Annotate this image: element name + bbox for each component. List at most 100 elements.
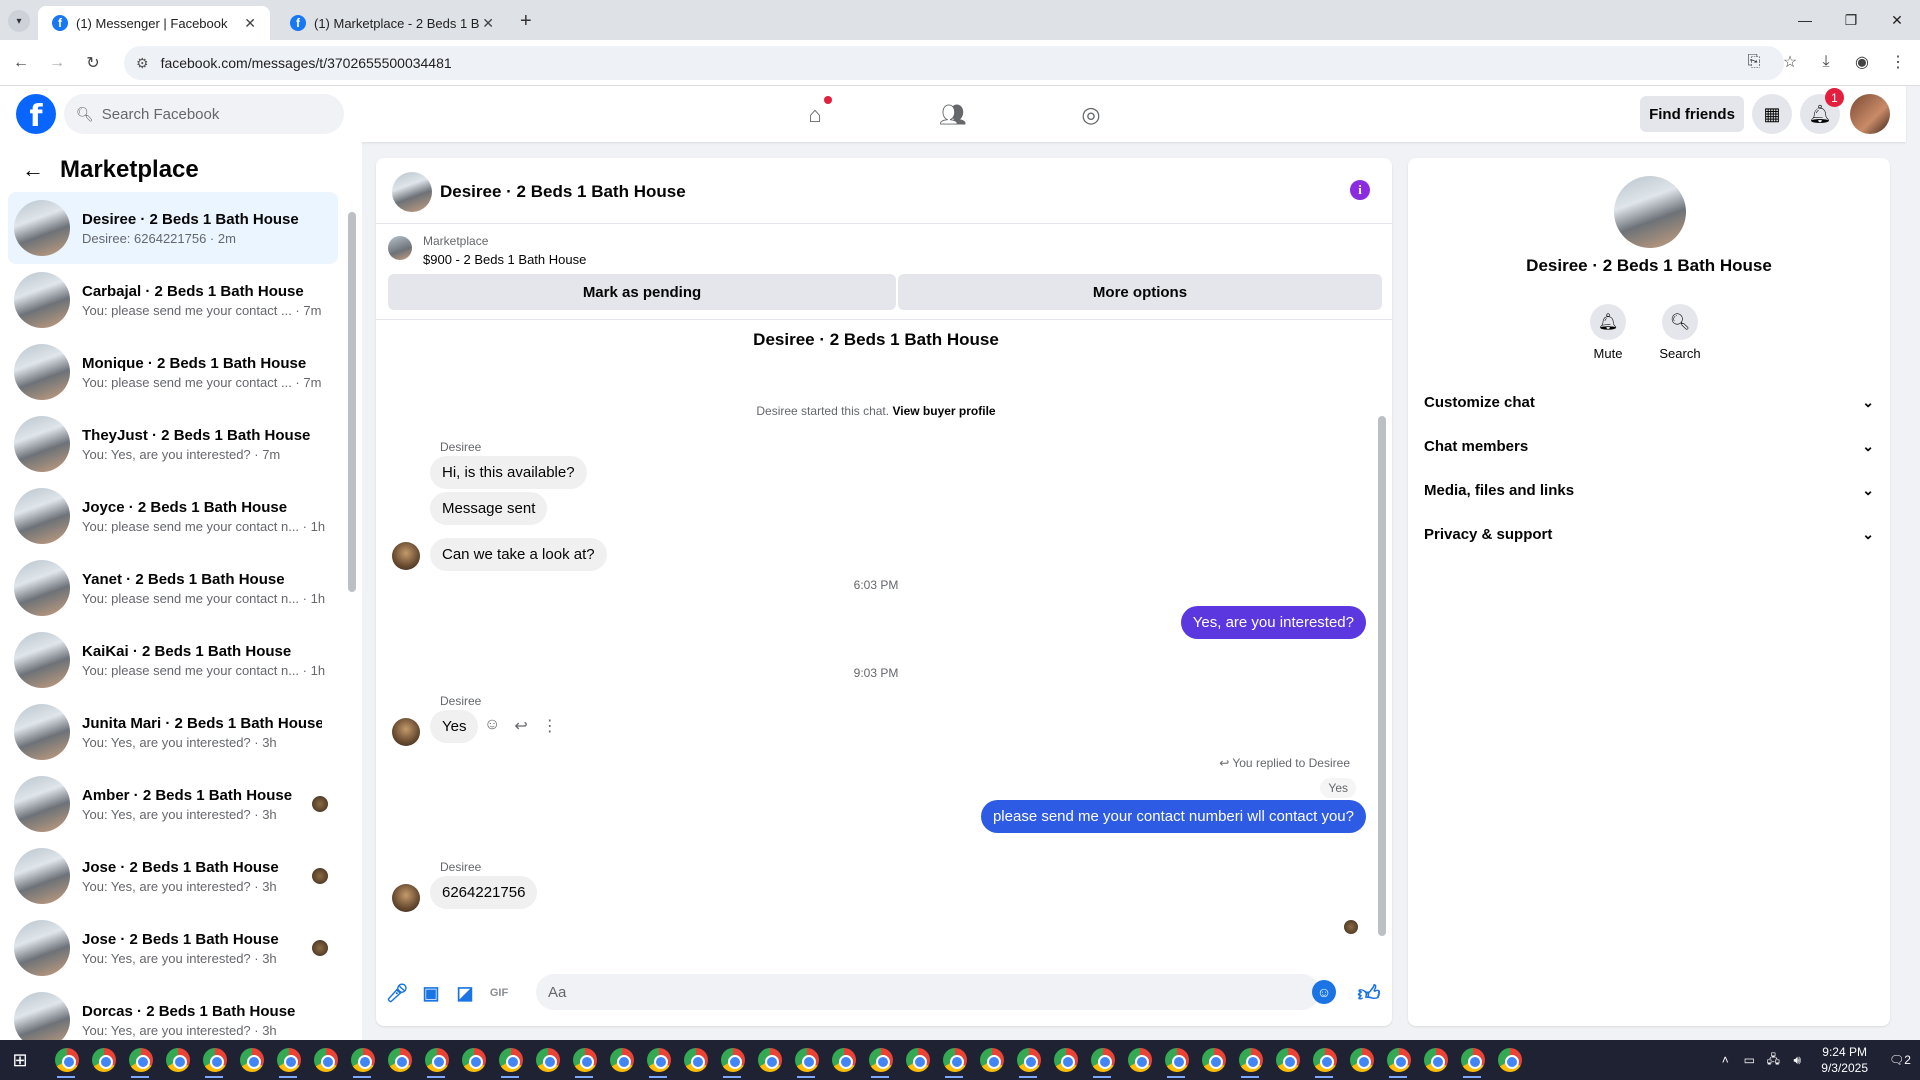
section-privacy-support[interactable]: Privacy & support ⌄ <box>1424 512 1874 556</box>
taskbar-app-icon[interactable] <box>159 1040 196 1080</box>
taskbar-app-icon[interactable] <box>1084 1040 1121 1080</box>
network-icon[interactable]: 🖧︎ <box>1761 1050 1785 1071</box>
reload-button[interactable]: ↻ <box>80 50 106 76</box>
chevron-up-icon[interactable]: ˄ <box>1713 1053 1737 1067</box>
conversation-item[interactable]: Desiree · 2 Beds 1 Bath House Desiree: 62… <box>8 192 338 264</box>
info-icon[interactable]: i <box>1350 180 1370 200</box>
notifications-button[interactable]: 🔔︎ 1 <box>1800 88 1844 134</box>
forward-button[interactable]: → <box>44 50 70 76</box>
back-arrow-icon[interactable]: ← <box>22 157 44 183</box>
find-friends-button[interactable]: Find friends <box>1640 96 1744 132</box>
search-action[interactable]: 🔍︎ Search <box>1650 304 1710 361</box>
outgoing-message[interactable]: Yes, are you interested? <box>1180 606 1366 639</box>
conversation-item[interactable]: Amber · 2 Beds 1 Bath House You: Yes, are… <box>8 768 338 840</box>
chat-title[interactable]: Desiree · 2 Beds 1 Bath House <box>440 182 686 202</box>
react-emoji-icon[interactable]: ☺ <box>484 716 500 736</box>
scrollbar-thumb[interactable] <box>348 212 356 592</box>
taskbar-app-icon[interactable] <box>640 1040 677 1080</box>
back-button[interactable]: ← <box>8 50 34 76</box>
taskbar-app-icon[interactable] <box>714 1040 751 1080</box>
taskbar-app-icon[interactable] <box>85 1040 122 1080</box>
conversation-item[interactable]: Dorcas · 2 Beds 1 Bath House You: Yes, ar… <box>8 984 338 1040</box>
tab-messenger[interactable]: f (1) Messenger | Facebook ✕ <box>38 6 270 40</box>
mark-pending-button[interactable]: Mark as pending <box>388 274 896 310</box>
microphone-icon[interactable]: 🎤︎ <box>384 980 410 1006</box>
sender-avatar[interactable] <box>392 718 420 746</box>
taskbar-app-icon[interactable] <box>1380 1040 1417 1080</box>
tab-search-button[interactable]: ▾ <box>8 10 30 32</box>
taskbar-app-icon[interactable] <box>233 1040 270 1080</box>
taskbar-app-icon[interactable] <box>1047 1040 1084 1080</box>
section-chat-members[interactable]: Chat members ⌄ <box>1424 424 1874 468</box>
taskbar-app-icon[interactable] <box>1306 1040 1343 1080</box>
scrollbar-thumb[interactable] <box>1378 416 1386 936</box>
section-media-files-links[interactable]: Media, files and links ⌄ <box>1424 468 1874 512</box>
section-customize-chat[interactable]: Customize chat ⌄ <box>1424 380 1874 424</box>
sticker-icon[interactable]: ◪ <box>452 980 478 1006</box>
close-icon[interactable]: ✕ <box>482 15 494 32</box>
taskbar-app-icon[interactable] <box>48 1040 85 1080</box>
taskbar-app-icon[interactable] <box>1454 1040 1491 1080</box>
taskbar-app-icon[interactable] <box>603 1040 640 1080</box>
taskbar-app-icon[interactable] <box>1195 1040 1232 1080</box>
minimize-button[interactable]: — <box>1782 0 1828 40</box>
chat-scrollbar[interactable] <box>1378 328 1386 958</box>
facebook-logo[interactable]: f <box>16 94 56 134</box>
friends-nav[interactable]: 👥︎ <box>938 100 968 130</box>
more-kebab-icon[interactable]: ⋮ <box>542 716 558 736</box>
message-input[interactable]: Aa <box>536 974 1320 1010</box>
site-info-icon[interactable]: ⚙ <box>136 55 149 72</box>
taskbar-app-icon[interactable] <box>270 1040 307 1080</box>
taskbar-app-icon[interactable] <box>751 1040 788 1080</box>
menu-button[interactable]: ▦ <box>1752 94 1792 134</box>
sidebar-scrollbar[interactable] <box>348 200 356 1030</box>
taskbar-app-icon[interactable] <box>196 1040 233 1080</box>
incoming-message[interactable]: Yes <box>430 710 479 743</box>
incoming-message[interactable]: Can we take a look at? <box>430 538 607 571</box>
taskbar-app-icon[interactable] <box>677 1040 714 1080</box>
listing-price[interactable]: $900 - 2 Beds 1 Bath House <box>423 252 586 267</box>
conversation-item[interactable]: Jose · 2 Beds 1 Bath House You: Yes, are … <box>8 840 338 912</box>
taskbar-app-icon[interactable] <box>1343 1040 1380 1080</box>
thumbs-up-icon[interactable]: 👍︎ <box>1356 980 1382 1006</box>
volume-icon[interactable]: 🔊︎ <box>1785 1053 1809 1068</box>
taskbar-app-icon[interactable] <box>344 1040 381 1080</box>
taskbar-app-icon[interactable] <box>122 1040 159 1080</box>
taskbar-app-icon[interactable] <box>307 1040 344 1080</box>
taskbar-app-icon[interactable] <box>936 1040 973 1080</box>
gif-icon[interactable]: GIF <box>486 980 512 1006</box>
sender-avatar[interactable] <box>392 542 420 570</box>
taskbar-app-icon[interactable] <box>973 1040 1010 1080</box>
menu-kebab-icon[interactable]: ⋮ <box>1884 48 1912 76</box>
conversation-item[interactable]: TheyJust · 2 Beds 1 Bath House You: Yes, … <box>8 408 338 480</box>
taskbar-app-icon[interactable] <box>1491 1040 1528 1080</box>
taskbar-app-icon[interactable] <box>566 1040 603 1080</box>
view-buyer-profile-link[interactable]: View buyer profile <box>892 404 995 418</box>
taskbar-app-icon[interactable] <box>825 1040 862 1080</box>
reply-quote[interactable]: Yes <box>1320 778 1356 798</box>
taskbar-app-icon[interactable] <box>1232 1040 1269 1080</box>
taskbar-app-icon[interactable] <box>529 1040 566 1080</box>
incoming-message[interactable]: Message sent <box>430 492 548 525</box>
close-window-button[interactable]: ✕ <box>1874 0 1920 40</box>
conversation-item[interactable]: Yanet · 2 Beds 1 Bath House You: please s… <box>8 552 338 624</box>
taskbar-app-icon[interactable] <box>862 1040 899 1080</box>
taskbar-app-icon[interactable] <box>1010 1040 1047 1080</box>
windows-start-icon[interactable]: ⊞ <box>0 1040 40 1080</box>
close-icon[interactable]: ✕ <box>244 15 256 32</box>
screen-icon[interactable]: ▭ <box>1737 1053 1761 1067</box>
sender-avatar[interactable] <box>392 884 420 912</box>
url-bar[interactable]: ⚙ facebook.com/messages/t/37026555000344… <box>124 46 1784 80</box>
image-icon[interactable]: ▣ <box>418 980 444 1006</box>
more-options-button[interactable]: More options <box>898 274 1382 310</box>
maximize-button[interactable]: ❐ <box>1828 0 1874 40</box>
account-avatar[interactable] <box>1850 94 1890 134</box>
bookmark-star-icon[interactable]: ☆ <box>1776 48 1804 76</box>
download-icon[interactable]: ⤓ <box>1812 48 1840 76</box>
new-tab-button[interactable]: + <box>520 10 532 33</box>
emoji-icon[interactable]: ☺ <box>1312 980 1336 1004</box>
incoming-message[interactable]: Hi, is this available? <box>430 456 587 489</box>
incoming-message[interactable]: 6264221756 <box>430 876 538 909</box>
taskbar-app-icon[interactable] <box>418 1040 455 1080</box>
home-nav[interactable]: ⌂ <box>800 96 832 130</box>
